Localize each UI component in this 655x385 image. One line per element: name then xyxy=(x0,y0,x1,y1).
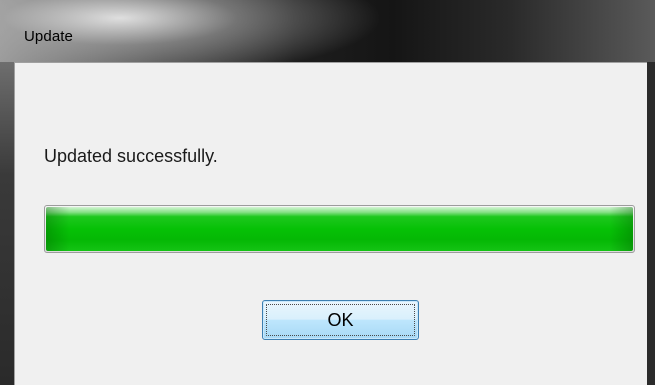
ok-button-label: OK xyxy=(327,309,354,330)
progress-bar-fill xyxy=(46,207,633,251)
title-bar[interactable]: Update xyxy=(0,0,655,62)
window-frame-right xyxy=(647,62,655,385)
dialog-client-area: Updated successfully. OK xyxy=(14,62,647,385)
window-title: Update xyxy=(24,28,73,45)
update-dialog-window: Update Updated successfully. OK xyxy=(0,0,655,385)
progress-bar xyxy=(44,205,635,253)
ok-button[interactable]: OK xyxy=(262,300,419,340)
status-message: Updated successfully. xyxy=(44,146,218,166)
window-frame-left xyxy=(0,62,14,385)
